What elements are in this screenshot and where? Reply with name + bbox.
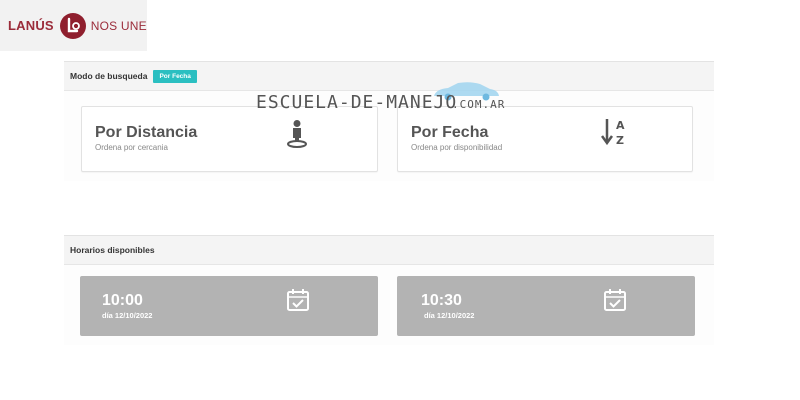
watermark-suffix: .COM.AR bbox=[452, 98, 506, 111]
time-slot-time: 10:30 bbox=[421, 292, 462, 309]
brand-logo: LANÚS NOS UNE bbox=[0, 0, 147, 51]
search-mode-badge: Por Fecha bbox=[153, 69, 197, 83]
option-by-distance-title: Por Distancia bbox=[95, 124, 198, 141]
logo-text-left: LANÚS bbox=[8, 18, 54, 33]
sort-az-icon: A Z bbox=[600, 117, 629, 154]
schedules-title: Horarios disponibles bbox=[70, 245, 155, 255]
time-slot-date: día 12/10/2022 bbox=[102, 311, 153, 320]
search-mode-header: Modo de busqueda Por Fecha bbox=[64, 61, 714, 91]
svg-text:A: A bbox=[616, 119, 625, 132]
option-by-date[interactable]: Por Fecha Ordena por disponibilidad A Z bbox=[397, 106, 693, 172]
time-slot-date: día 12/10/2022 bbox=[424, 311, 475, 320]
option-by-date-subtitle: Ordena por disponibilidad bbox=[411, 143, 503, 152]
time-slot-time: 10:00 bbox=[102, 292, 143, 309]
option-by-distance[interactable]: Por Distancia Ordena por cercania bbox=[81, 106, 378, 172]
search-mode-title: Modo de busqueda bbox=[70, 71, 148, 81]
option-by-distance-subtitle: Ordena por cercania bbox=[95, 143, 168, 152]
watermark-text: ESCUELA-DE-MANEJO bbox=[256, 92, 458, 113]
time-slot[interactable]: 10:30 día 12/10/2022 bbox=[397, 276, 695, 336]
calendar-check-icon bbox=[286, 288, 310, 317]
person-location-icon bbox=[286, 119, 308, 154]
logo-text-right: NOS UNE bbox=[90, 18, 147, 33]
logo-emblem-icon bbox=[59, 12, 86, 39]
svg-text:Z: Z bbox=[616, 134, 624, 147]
time-slot[interactable]: 10:00 día 12/10/2022 bbox=[80, 276, 378, 336]
option-by-date-title: Por Fecha bbox=[411, 124, 489, 141]
schedules-header: Horarios disponibles bbox=[64, 235, 714, 265]
calendar-check-icon bbox=[603, 288, 627, 317]
